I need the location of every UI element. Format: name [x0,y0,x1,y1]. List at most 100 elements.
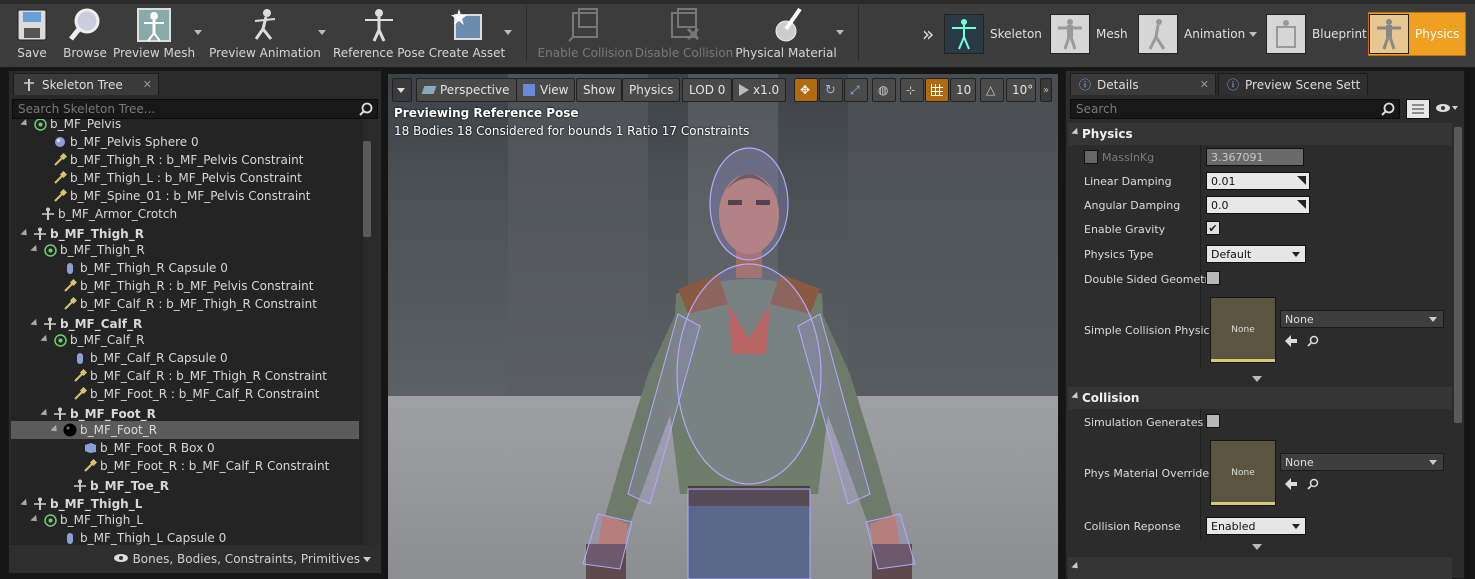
enable-collision-button[interactable]: Enable Collision [538,6,632,64]
double-sided-checkbox[interactable] [1206,271,1220,285]
mode-physics-button[interactable]: Physics [1368,12,1467,56]
preview-animation-button[interactable]: Preview Animation [209,6,321,64]
phys-material-override-dropdown[interactable]: None [1280,453,1444,471]
mode-blueprint-button[interactable]: Blueprint [1266,12,1367,56]
tree-row[interactable]: b_MF_Thigh_R [30,241,145,259]
create-asset-button[interactable]: Create Asset [429,6,505,64]
next-category-header-partial[interactable] [1068,557,1452,579]
save-button[interactable]: Save [12,6,52,64]
expand-arrow-icon[interactable] [20,119,30,129]
physical-material-button[interactable]: Physical Material [735,6,837,64]
preview-mesh-button[interactable]: Preview Mesh [113,6,195,64]
tree-row[interactable]: b_MF_Thigh_R : b_MF_Pelvis Constraint [53,151,304,169]
mode-animation-button[interactable]: Animation [1138,12,1245,56]
disable-collision-button[interactable]: Disable Collision [635,6,733,64]
sim-generates-hit-checkbox[interactable] [1206,414,1220,428]
use-selected-arrow-icon[interactable] [1284,334,1298,348]
browse-magnifier-icon[interactable] [1306,477,1320,491]
visibility-eye-icon[interactable] [1434,101,1460,115]
viewport-options-button[interactable] [392,78,412,102]
expand-arrow-icon[interactable] [30,514,40,525]
expand-arrow-icon[interactable] [50,424,60,435]
tree-row-selected[interactable]: b_MF_Foot_R [11,421,359,439]
skeleton-tree-search-input[interactable]: Search Skeleton Tree... [12,99,378,119]
close-icon[interactable]: ✕ [1200,78,1209,91]
tree-row[interactable]: b_MF_Calf_R Capsule 0 [73,349,228,367]
enable-gravity-checkbox[interactable]: ✔ [1206,221,1220,235]
collision-response-dropdown[interactable]: Enabled [1206,517,1306,535]
view-mode-button[interactable]: View [516,78,576,102]
linear-damping-field[interactable]: 0.01 [1206,172,1310,190]
expand-arrow-icon[interactable] [20,228,30,239]
preview-animation-dropdown-icon[interactable] [318,30,326,35]
rotation-snap-size-button[interactable]: 10° [1006,78,1036,102]
tree-row[interactable]: b_MF_Thigh_R : b_MF_Pelvis Constraint [63,277,314,295]
playback-speed-button[interactable]: x1.0 [732,78,787,102]
tree-row[interactable]: b_MF_Foot_R : b_MF_Calf_R Constraint [83,457,329,475]
tree-row[interactable]: b_MF_Spine_01 : b_MF_Pelvis Constraint [53,187,311,205]
expand-arrow-icon[interactable] [40,334,50,345]
lod-button[interactable]: LOD 0 [682,78,733,102]
expand-arrow-icon[interactable] [30,244,40,255]
expand-arrow-icon[interactable] [40,408,50,419]
viewport-overflow-button[interactable]: » [1040,78,1052,102]
tab-skeleton-tree[interactable]: Skeleton Tree ✕ [13,73,159,95]
search-icon[interactable] [359,102,373,116]
physics-category-header[interactable]: Physics [1068,123,1452,145]
character-mesh[interactable] [388,74,1058,579]
search-icon[interactable] [1381,102,1395,116]
close-icon[interactable]: ✕ [143,78,152,91]
perspective-button[interactable]: Perspective [416,78,517,102]
mass-override-checkbox[interactable] [1084,150,1098,164]
physics-viewport[interactable]: Perspective View Show Physics LOD 0 x1.0… [388,74,1058,579]
angular-damping-field[interactable]: 0.0 [1206,196,1310,214]
translate-tool-button[interactable]: ✥ [794,78,818,102]
physics-type-dropdown[interactable]: Default [1206,245,1306,263]
tree-scrollbar[interactable] [363,141,371,237]
advanced-expander-icon[interactable] [1252,376,1262,382]
property-matrix-icon[interactable] [1406,99,1430,119]
browse-button[interactable]: Browse [62,6,108,64]
collision-category-header[interactable]: Collision [1068,387,1452,409]
expand-arrow-icon[interactable] [30,318,40,329]
browse-magnifier-icon[interactable] [1306,334,1320,348]
physical-material-dropdown-icon[interactable] [836,30,844,35]
reset-arrow-icon[interactable] [1297,176,1306,185]
surface-snap-button[interactable]: ⊹ [900,78,924,102]
tree-filter-dropdown[interactable]: Bones, Bodies, Constraints, Primitives [133,552,360,566]
coordinate-space-button[interactable]: ◍ [872,78,896,102]
tree-row[interactable]: b_MF_Foot_R Box 0 [83,439,215,457]
phys-material-override-thumbnail[interactable]: None [1210,440,1276,506]
tree-row[interactable]: b_MF_Calf_R [40,331,145,349]
grid-size-button[interactable]: 10 [950,78,976,102]
more-modes-chevron-icon[interactable]: » [922,22,934,46]
tree-row[interactable]: b_MF_Pelvis [20,119,121,133]
tree-row[interactable]: b_MF_Armor_Crotch [41,205,177,223]
reference-pose-button[interactable]: Reference Pose [333,6,425,64]
show-button[interactable]: Show [576,78,623,102]
tree-row[interactable]: b_MF_Calf_R : b_MF_Thigh_R Constraint [73,367,327,385]
tree-row[interactable]: b_MF_Toe_R [73,477,169,495]
tree-row[interactable]: b_MF_Calf_R : b_MF_Thigh_R Constraint [63,295,317,313]
use-selected-arrow-icon[interactable] [1284,477,1298,491]
rotate-tool-button[interactable]: ↻ [819,78,843,102]
tree-row[interactable]: b_MF_Thigh_L [30,511,143,529]
details-search-input[interactable]: Search [1070,99,1400,119]
rotation-snap-toggle[interactable]: △ [980,78,1004,102]
create-asset-dropdown-icon[interactable] [504,30,512,35]
tree-row[interactable]: b_MF_Thigh_L : b_MF_Pelvis Constraint [53,169,302,187]
simple-collision-material-thumbnail[interactable]: None [1210,297,1276,363]
tree-row[interactable]: b_MF_Pelvis Sphere 0 [53,133,199,151]
tree-row[interactable]: b_MF_Thigh_R Capsule 0 [63,259,228,277]
physics-menu-button[interactable]: Physics [622,78,681,102]
mode-mesh-button[interactable]: Mesh [1050,12,1128,56]
tab-preview-scene-settings[interactable]: ⓘ Preview Scene Sett [1218,73,1368,95]
animation-mode-dropdown-icon[interactable] [1249,32,1257,37]
reset-arrow-icon[interactable] [1297,200,1306,209]
preview-mesh-dropdown-icon[interactable] [194,30,202,35]
tree-row[interactable]: b_MF_Foot_R : b_MF_Calf_R Constraint [73,385,319,403]
grid-snap-button[interactable] [925,78,949,102]
scale-tool-button[interactable]: ⤢ [844,78,868,102]
tab-details[interactable]: ⓘ Details ✕ [1070,73,1216,95]
advanced-expander-icon[interactable] [1252,544,1262,550]
